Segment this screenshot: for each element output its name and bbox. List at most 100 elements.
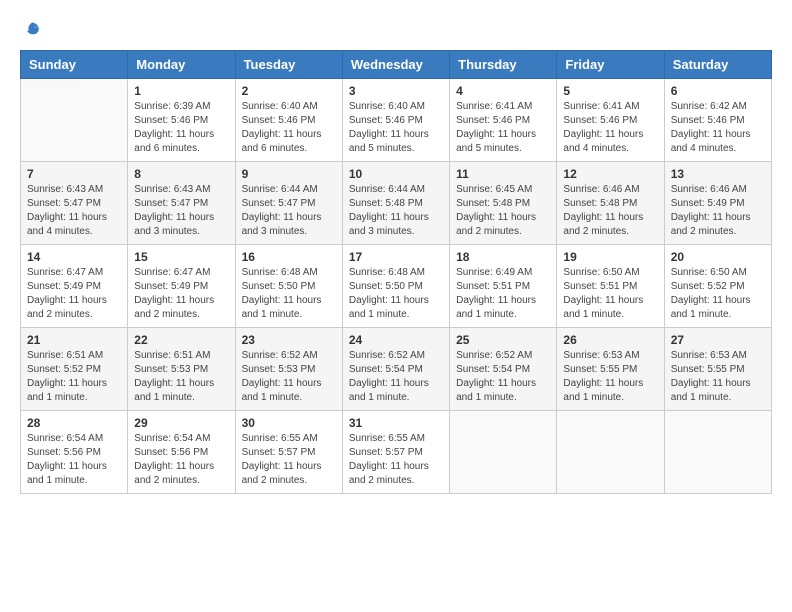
- day-info: Sunrise: 6:48 AM Sunset: 5:50 PM Dayligh…: [349, 266, 443, 322]
- calendar-cell: 14 Sunrise: 6:47 AM Sunset: 5:49 PM Dayli…: [21, 245, 128, 328]
- calendar-cell: 5 Sunrise: 6:41 AM Sunset: 5:46 PM Daylig…: [557, 79, 664, 162]
- day-info: Sunrise: 6:40 AM Sunset: 5:46 PM Dayligh…: [349, 100, 443, 156]
- day-info: Sunrise: 6:48 AM Sunset: 5:50 PM Dayligh…: [242, 266, 336, 322]
- calendar-cell: 1 Sunrise: 6:39 AM Sunset: 5:46 PM Daylig…: [128, 79, 235, 162]
- day-number: 15: [134, 250, 228, 264]
- calendar-cell: 30Sunrise: 6:55 AM Sunset: 5:57 PM Dayli…: [235, 411, 342, 494]
- day-number: 1: [134, 84, 228, 98]
- day-number: 6: [671, 84, 765, 98]
- calendar-cell: 8Sunrise: 6:43 AM Sunset: 5:47 PM Daylig…: [128, 162, 235, 245]
- calendar-body: 1 Sunrise: 6:39 AM Sunset: 5:46 PM Daylig…: [21, 79, 772, 494]
- calendar-cell: 6 Sunrise: 6:42 AM Sunset: 5:46 PM Daylig…: [664, 79, 771, 162]
- logo: [20, 20, 42, 40]
- calendar-cell: 7Sunrise: 6:43 AM Sunset: 5:47 PM Daylig…: [21, 162, 128, 245]
- day-number: 8: [134, 167, 228, 181]
- calendar-cell: 9 Sunrise: 6:44 AM Sunset: 5:47 PM Daylig…: [235, 162, 342, 245]
- day-info: Sunrise: 6:46 AM Sunset: 5:48 PM Dayligh…: [563, 183, 657, 239]
- day-header-thursday: Thursday: [450, 51, 557, 79]
- day-info: Sunrise: 6:44 AM Sunset: 5:48 PM Dayligh…: [349, 183, 443, 239]
- calendar-cell: 13Sunrise: 6:46 AM Sunset: 5:49 PM Dayli…: [664, 162, 771, 245]
- day-info: Sunrise: 6:41 AM Sunset: 5:46 PM Dayligh…: [456, 100, 550, 156]
- day-number: 21: [27, 333, 121, 347]
- week-row-5: 28 Sunrise: 6:54 AM Sunset: 5:56 PM Dayli…: [21, 411, 772, 494]
- days-row: SundayMondayTuesdayWednesdayThursdayFrid…: [21, 51, 772, 79]
- day-number: 26: [563, 333, 657, 347]
- day-header-sunday: Sunday: [21, 51, 128, 79]
- calendar-header: SundayMondayTuesdayWednesdayThursdayFrid…: [21, 51, 772, 79]
- calendar-cell: 17 Sunrise: 6:48 AM Sunset: 5:50 PM Dayli…: [342, 245, 449, 328]
- day-number: 4: [456, 84, 550, 98]
- calendar-cell: 31 Sunrise: 6:55 AM Sunset: 5:57 PM Dayli…: [342, 411, 449, 494]
- day-info: Sunrise: 6:52 AM Sunset: 5:54 PM Dayligh…: [456, 349, 550, 405]
- day-number: 16: [242, 250, 336, 264]
- calendar-cell: 23Sunrise: 6:52 AM Sunset: 5:53 PM Dayli…: [235, 328, 342, 411]
- calendar-cell: [450, 411, 557, 494]
- day-number: 28: [27, 416, 121, 430]
- calendar-cell: [557, 411, 664, 494]
- day-header-saturday: Saturday: [664, 51, 771, 79]
- day-info: Sunrise: 6:53 AM Sunset: 5:55 PM Dayligh…: [671, 349, 765, 405]
- day-info: Sunrise: 6:47 AM Sunset: 5:49 PM Dayligh…: [27, 266, 121, 322]
- calendar-cell: 16 Sunrise: 6:48 AM Sunset: 5:50 PM Dayli…: [235, 245, 342, 328]
- calendar-cell: [664, 411, 771, 494]
- day-header-tuesday: Tuesday: [235, 51, 342, 79]
- day-info: Sunrise: 6:50 AM Sunset: 5:51 PM Dayligh…: [563, 266, 657, 322]
- page-header: [20, 20, 772, 40]
- day-info: Sunrise: 6:51 AM Sunset: 5:53 PM Dayligh…: [134, 349, 228, 405]
- calendar-cell: 3 Sunrise: 6:40 AM Sunset: 5:46 PM Daylig…: [342, 79, 449, 162]
- day-info: Sunrise: 6:53 AM Sunset: 5:55 PM Dayligh…: [563, 349, 657, 405]
- week-row-3: 14 Sunrise: 6:47 AM Sunset: 5:49 PM Dayli…: [21, 245, 772, 328]
- day-info: Sunrise: 6:52 AM Sunset: 5:54 PM Dayligh…: [349, 349, 443, 405]
- day-number: 2: [242, 84, 336, 98]
- day-number: 20: [671, 250, 765, 264]
- day-number: 29: [134, 416, 228, 430]
- day-header-friday: Friday: [557, 51, 664, 79]
- calendar-cell: 2Sunrise: 6:40 AM Sunset: 5:46 PM Daylig…: [235, 79, 342, 162]
- calendar-cell: 18Sunrise: 6:49 AM Sunset: 5:51 PM Dayli…: [450, 245, 557, 328]
- calendar-cell: 19 Sunrise: 6:50 AM Sunset: 5:51 PM Dayli…: [557, 245, 664, 328]
- day-info: Sunrise: 6:44 AM Sunset: 5:47 PM Dayligh…: [242, 183, 336, 239]
- day-info: Sunrise: 6:47 AM Sunset: 5:49 PM Dayligh…: [134, 266, 228, 322]
- day-number: 22: [134, 333, 228, 347]
- day-number: 9: [242, 167, 336, 181]
- week-row-2: 7Sunrise: 6:43 AM Sunset: 5:47 PM Daylig…: [21, 162, 772, 245]
- calendar-cell: 12Sunrise: 6:46 AM Sunset: 5:48 PM Dayli…: [557, 162, 664, 245]
- calendar-cell: 11Sunrise: 6:45 AM Sunset: 5:48 PM Dayli…: [450, 162, 557, 245]
- day-number: 13: [671, 167, 765, 181]
- day-info: Sunrise: 6:51 AM Sunset: 5:52 PM Dayligh…: [27, 349, 121, 405]
- day-info: Sunrise: 6:55 AM Sunset: 5:57 PM Dayligh…: [349, 432, 443, 488]
- day-info: Sunrise: 6:54 AM Sunset: 5:56 PM Dayligh…: [134, 432, 228, 488]
- logo-bird-icon: [22, 20, 42, 40]
- day-info: Sunrise: 6:42 AM Sunset: 5:46 PM Dayligh…: [671, 100, 765, 156]
- week-row-4: 21 Sunrise: 6:51 AM Sunset: 5:52 PM Dayli…: [21, 328, 772, 411]
- calendar-cell: 27 Sunrise: 6:53 AM Sunset: 5:55 PM Dayli…: [664, 328, 771, 411]
- day-number: 5: [563, 84, 657, 98]
- day-number: 17: [349, 250, 443, 264]
- calendar-cell: 22 Sunrise: 6:51 AM Sunset: 5:53 PM Dayli…: [128, 328, 235, 411]
- day-info: Sunrise: 6:52 AM Sunset: 5:53 PM Dayligh…: [242, 349, 336, 405]
- calendar-cell: 25 Sunrise: 6:52 AM Sunset: 5:54 PM Dayli…: [450, 328, 557, 411]
- day-header-wednesday: Wednesday: [342, 51, 449, 79]
- day-header-monday: Monday: [128, 51, 235, 79]
- day-number: 19: [563, 250, 657, 264]
- day-number: 25: [456, 333, 550, 347]
- calendar-cell: 20 Sunrise: 6:50 AM Sunset: 5:52 PM Dayli…: [664, 245, 771, 328]
- calendar-cell: 28Sunrise: 6:54 AM Sunset: 5:56 PM Dayli…: [21, 411, 128, 494]
- day-info: Sunrise: 6:41 AM Sunset: 5:46 PM Dayligh…: [563, 100, 657, 156]
- day-info: Sunrise: 6:45 AM Sunset: 5:48 PM Dayligh…: [456, 183, 550, 239]
- day-number: 3: [349, 84, 443, 98]
- calendar-cell: 15 Sunrise: 6:47 AM Sunset: 5:49 PM Dayli…: [128, 245, 235, 328]
- day-info: Sunrise: 6:49 AM Sunset: 5:51 PM Dayligh…: [456, 266, 550, 322]
- day-number: 24: [349, 333, 443, 347]
- day-number: 10: [349, 167, 443, 181]
- calendar-cell: 10 Sunrise: 6:44 AM Sunset: 5:48 PM Dayli…: [342, 162, 449, 245]
- day-number: 14: [27, 250, 121, 264]
- day-number: 31: [349, 416, 443, 430]
- calendar-table: SundayMondayTuesdayWednesdayThursdayFrid…: [20, 50, 772, 494]
- calendar-cell: 26 Sunrise: 6:53 AM Sunset: 5:55 PM Dayli…: [557, 328, 664, 411]
- day-number: 27: [671, 333, 765, 347]
- day-info: Sunrise: 6:50 AM Sunset: 5:52 PM Dayligh…: [671, 266, 765, 322]
- day-info: Sunrise: 6:43 AM Sunset: 5:47 PM Dayligh…: [27, 183, 121, 239]
- day-info: Sunrise: 6:39 AM Sunset: 5:46 PM Dayligh…: [134, 100, 228, 156]
- calendar-cell: 29 Sunrise: 6:54 AM Sunset: 5:56 PM Dayli…: [128, 411, 235, 494]
